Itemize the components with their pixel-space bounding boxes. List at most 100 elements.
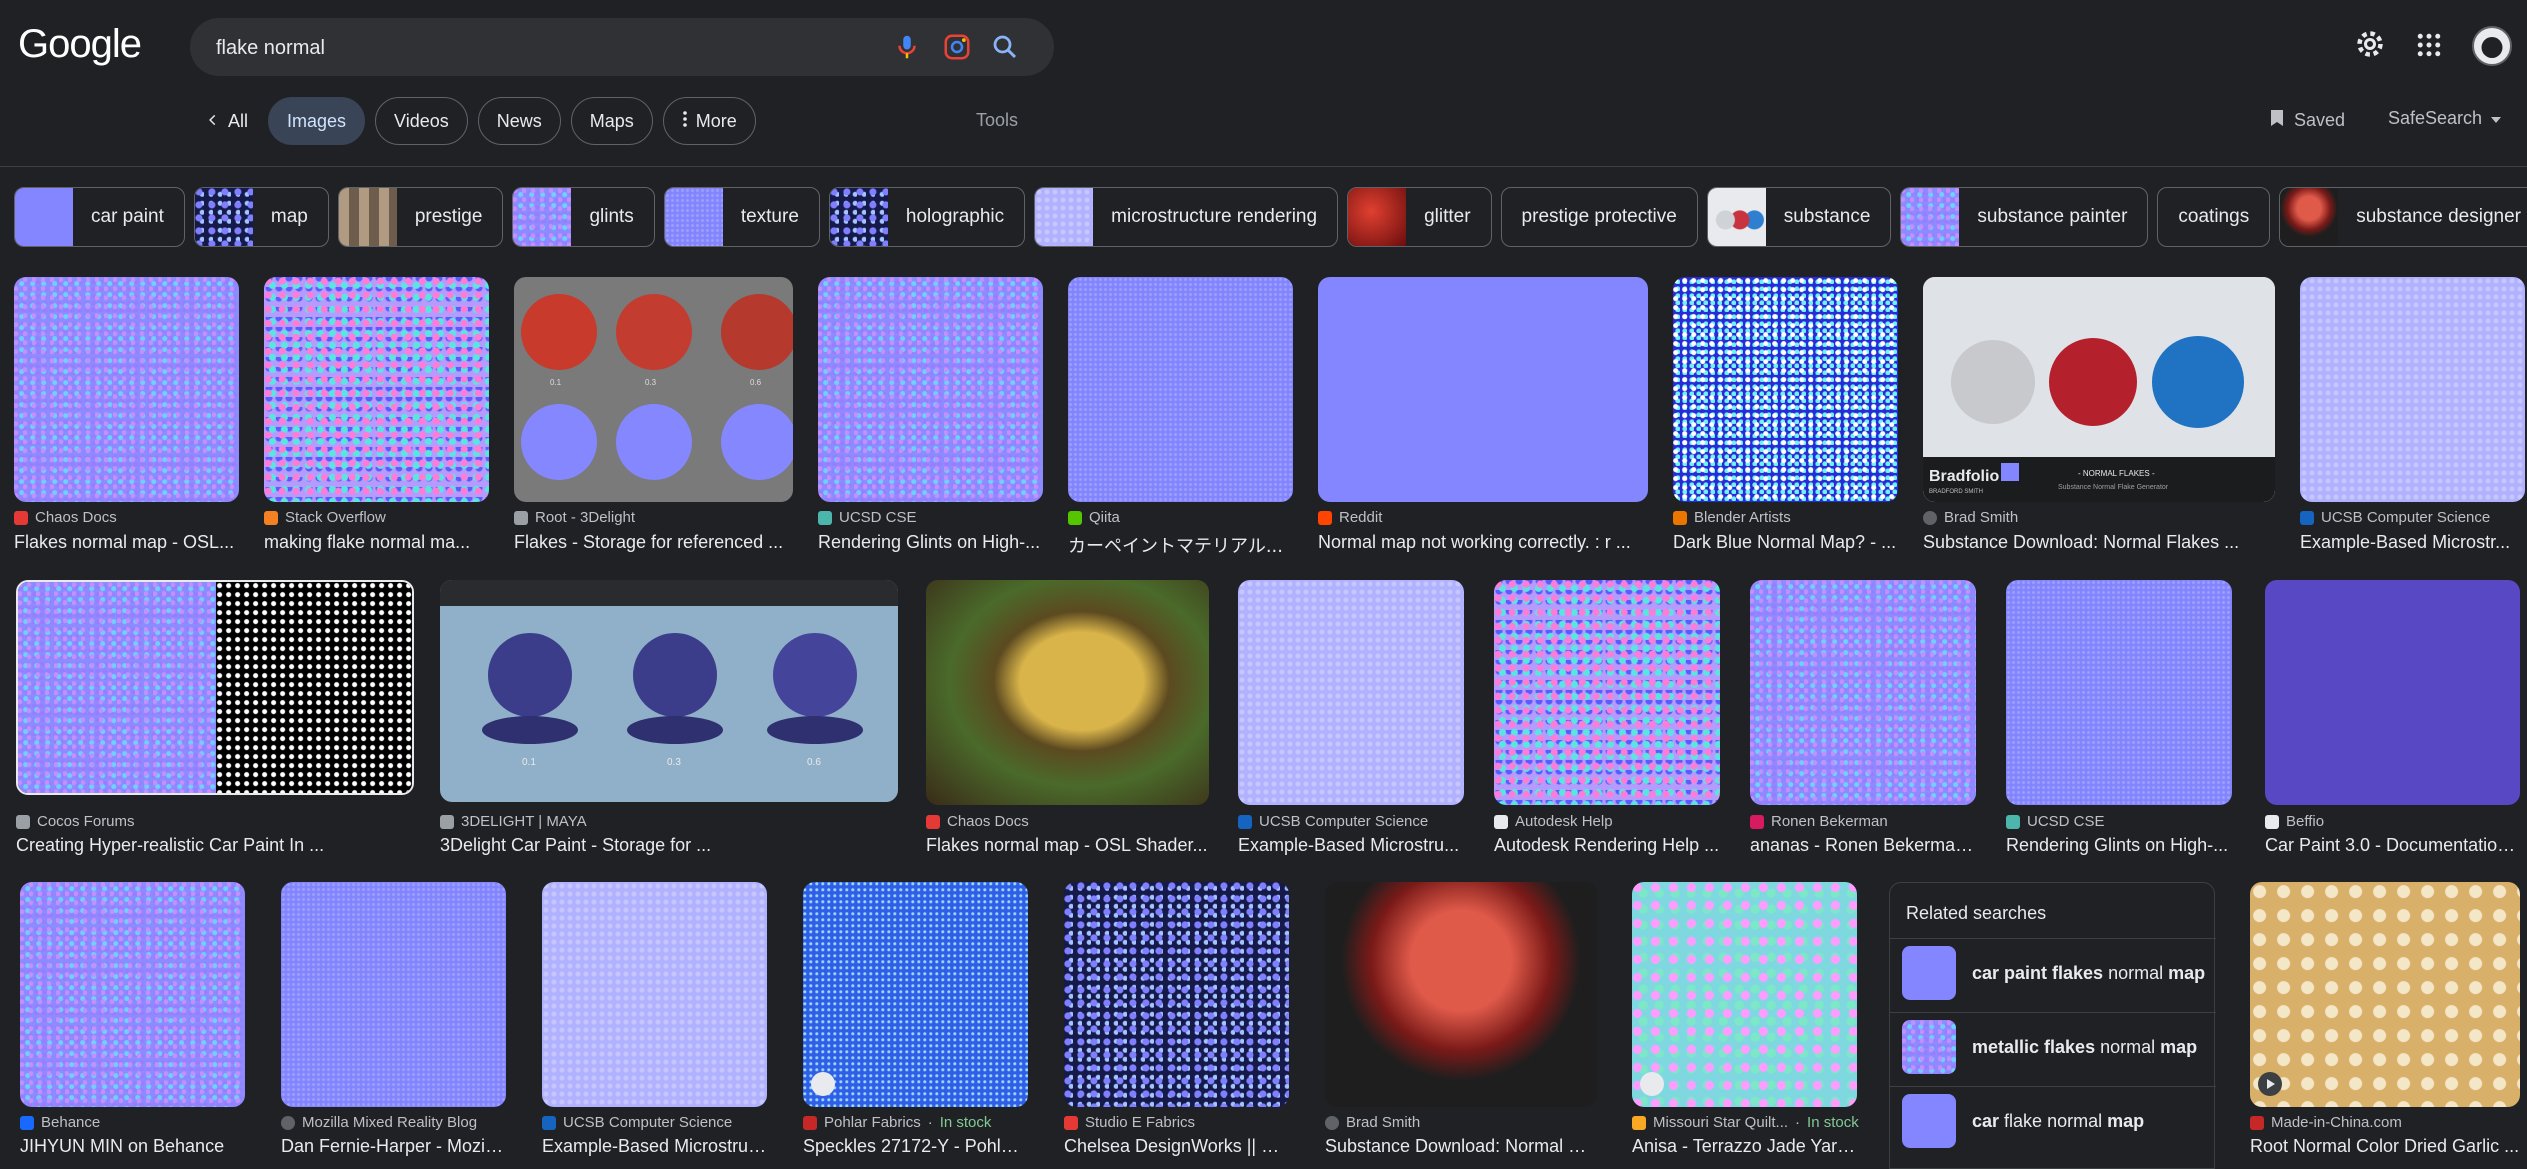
chip-holographic[interactable]: holographic	[828, 187, 1026, 247]
gear-icon[interactable]	[2352, 26, 2388, 67]
result-image[interactable]: 0.1 0.3 0.6	[514, 277, 793, 502]
result-title[interactable]: Substance Download: Normal Fl...	[1325, 1136, 1597, 1157]
result-title[interactable]: Speckles 27172-Y - Pohlar ...	[803, 1136, 1028, 1157]
related-search-item[interactable]: car flake normal map	[1902, 1094, 2144, 1148]
result-image[interactable]	[1673, 277, 1898, 502]
result-source: Mozilla Mixed Reality Blog	[281, 1114, 477, 1131]
ucsd-favicon-icon	[2006, 814, 2020, 829]
chip-substance-designer[interactable]: substance designer	[2279, 187, 2527, 247]
result-image[interactable]	[1238, 580, 1464, 805]
mic-icon[interactable]	[892, 32, 922, 62]
tab-more[interactable]: More	[662, 97, 756, 145]
result-image[interactable]	[818, 277, 1043, 502]
result-image[interactable]: Bradfolio BRADFORD SMITH - NORMAL FLAKES…	[1923, 277, 2275, 502]
chip-car-paint[interactable]: car paint	[14, 187, 185, 247]
result-image[interactable]	[803, 882, 1028, 1107]
result-title[interactable]: Dark Blue Normal Map? - ...	[1673, 532, 1898, 553]
tab-news-label: News	[496, 110, 542, 131]
chip-map[interactable]: map	[193, 187, 329, 247]
chip-substance-painter[interactable]: substance painter	[1900, 187, 2149, 247]
ronen-favicon-icon	[1750, 814, 1764, 829]
safesearch-dropdown[interactable]: SafeSearch	[2388, 108, 2502, 129]
result-title[interactable]: Anisa - Terrazzo Jade Yard...	[1632, 1136, 1857, 1157]
result-image[interactable]	[1325, 882, 1597, 1107]
chip-prestige[interactable]: prestige	[337, 187, 504, 247]
result-title[interactable]: Creating Hyper-realistic Car Paint In ..…	[16, 835, 414, 856]
source-label: UCSB Computer Science	[2321, 509, 2491, 526]
query-normal: normal	[2100, 1036, 2156, 1057]
result-image[interactable]	[2265, 580, 2520, 805]
search-box[interactable]	[190, 18, 1054, 76]
result-image[interactable]	[926, 580, 1209, 805]
tab-news[interactable]: News	[477, 97, 561, 145]
related-thumbnail	[1902, 946, 1956, 1000]
result-title[interactable]: Car Paint 3.0 - Documentation...	[2265, 835, 2520, 856]
result-title[interactable]: Substance Download: Normal Flakes ...	[1923, 532, 2275, 553]
result-image[interactable]	[2006, 580, 2232, 805]
chip-glints[interactable]: glints	[512, 187, 655, 247]
result-title[interactable]: Flakes normal map - OSL Shader...	[926, 835, 1209, 856]
result-image[interactable]	[16, 580, 414, 795]
result-title[interactable]: Autodesk Rendering Help ...	[1494, 835, 1720, 856]
tab-maps[interactable]: Maps	[570, 97, 653, 145]
source-label: Made-in-China.com	[2271, 1114, 2402, 1131]
tools-button[interactable]: Tools	[976, 110, 1018, 131]
result-image[interactable]	[14, 277, 239, 502]
result-image[interactable]	[2300, 277, 2525, 502]
result-image[interactable]	[542, 882, 767, 1107]
play-icon	[2258, 1072, 2282, 1096]
related-query: metallic flakes normal map	[1972, 1037, 2197, 1058]
result-title[interactable]: Example-Based Microstr...	[2300, 532, 2525, 553]
tab-images[interactable]: Images	[268, 97, 366, 145]
result-title[interactable]: Chelsea DesignWorks || Da...	[1064, 1136, 1289, 1157]
result-title[interactable]: JIHYUN MIN on Behance	[20, 1136, 245, 1157]
result-title[interactable]: Example-Based Microstru...	[1238, 835, 1464, 856]
bookmark-icon	[2268, 108, 2286, 133]
tab-videos[interactable]: Videos	[375, 97, 468, 145]
chip-coatings[interactable]: coatings	[2157, 187, 2271, 247]
google-logo[interactable]: Google	[18, 22, 142, 67]
result-title[interactable]: Rendering Glints on High-...	[2006, 835, 2232, 856]
tab-all[interactable]: All	[196, 97, 258, 145]
result-image[interactable]	[20, 882, 245, 1107]
result-image[interactable]	[1494, 580, 1720, 805]
result-title[interactable]: Dan Fernie-Harper - Mozill...	[281, 1136, 506, 1157]
result-image[interactable]	[2250, 882, 2520, 1107]
search-input[interactable]	[214, 29, 858, 67]
result-image[interactable]: 0.1 0.3 0.6	[440, 580, 898, 802]
chip-prestige-protective[interactable]: prestige protective	[1500, 187, 1698, 247]
result-image[interactable]	[264, 277, 489, 502]
result-image[interactable]	[1064, 882, 1289, 1107]
chip-microstructure-rendering[interactable]: microstructure rendering	[1034, 187, 1339, 247]
saved-button[interactable]: Saved	[2268, 108, 2345, 133]
result-title[interactable]: ananas - Ronen Bekerman...	[1750, 835, 1976, 856]
avatar[interactable]	[2472, 26, 2512, 66]
result-image[interactable]	[1750, 580, 1976, 805]
apps-grid-icon[interactable]	[2414, 30, 2444, 65]
chip-texture[interactable]: texture	[663, 187, 820, 247]
result-title[interactable]: Flakes normal map - OSL...	[14, 532, 239, 553]
chip-glitter[interactable]: glitter	[1347, 187, 1492, 247]
studioe-favicon-icon	[1064, 1115, 1078, 1130]
result-title[interactable]: Root Normal Color Dried Garlic ...	[2250, 1136, 2520, 1157]
chip-label: prestige protective	[1521, 206, 1677, 227]
result-title[interactable]: カーペイントマテリアル...	[1068, 532, 1293, 558]
result-title[interactable]: 3Delight Car Paint - Storage for ...	[440, 835, 898, 856]
result-image[interactable]	[1068, 277, 1293, 502]
chevron-left-icon	[206, 111, 220, 132]
result-title[interactable]: Flakes - Storage for referenced ...	[514, 532, 793, 553]
result-title[interactable]: Rendering Glints on High-...	[818, 532, 1043, 553]
result-image[interactable]	[281, 882, 506, 1107]
chip-substance[interactable]: substance	[1706, 187, 1892, 247]
search-icon[interactable]	[990, 32, 1020, 62]
result-title[interactable]: making flake normal ma...	[264, 532, 489, 553]
chip-label: substance painter	[1977, 206, 2128, 227]
result-image[interactable]	[1318, 277, 1648, 502]
sphere-label: 0.3	[645, 378, 657, 387]
lens-icon[interactable]	[942, 32, 972, 62]
result-title[interactable]: Normal map not working correctly. : r ..…	[1318, 532, 1648, 553]
related-search-item[interactable]: car paint flakes normal map	[1902, 946, 2205, 1000]
related-search-item[interactable]: metallic flakes normal map	[1902, 1020, 2197, 1074]
result-title[interactable]: Example-Based Microstruc...	[542, 1136, 767, 1157]
result-image[interactable]	[1632, 882, 1857, 1107]
